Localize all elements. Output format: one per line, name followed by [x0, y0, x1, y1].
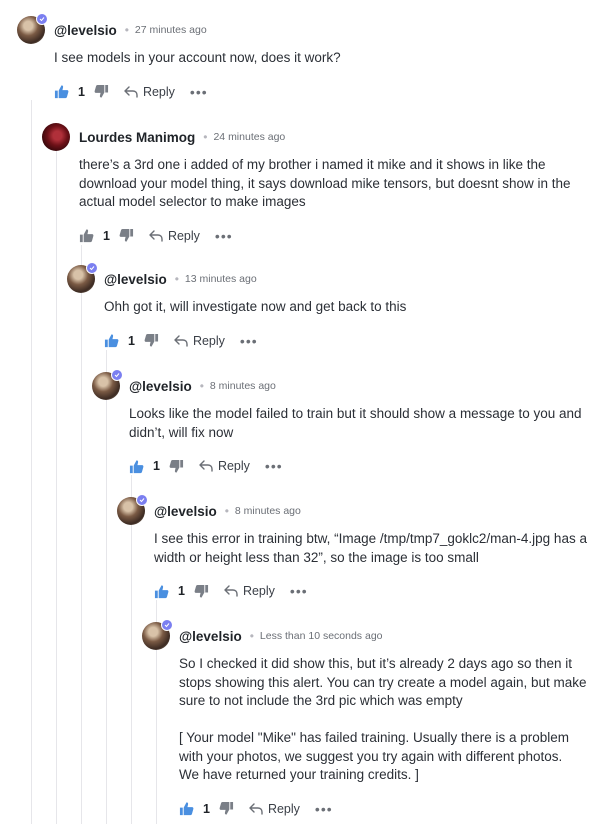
comment-text: Ohh got it, will investigate now and get… [104, 299, 407, 314]
verified-badge-icon [136, 494, 148, 506]
separator-dot: • [174, 272, 179, 286]
reply-arrow-icon [124, 85, 138, 98]
comment-actions: 1 Reply ••• [54, 82, 587, 102]
timestamp: 8 minutes ago [234, 505, 301, 517]
username[interactable]: @levelsio [54, 23, 117, 38]
thumbs-up-icon[interactable] [79, 228, 94, 243]
avatar[interactable] [142, 619, 173, 650]
reply-label: Reply [167, 228, 200, 243]
thread-line [31, 100, 32, 824]
username[interactable]: @levelsio [104, 272, 167, 287]
reply-button[interactable]: Reply [249, 802, 300, 816]
thumbs-up-icon[interactable] [179, 801, 194, 816]
like-count: 1 [203, 801, 210, 816]
thread-line [56, 150, 57, 824]
reply-label: Reply [192, 333, 225, 348]
username[interactable]: @levelsio [154, 504, 217, 519]
comment-header: @levelsio • 8 minutes ago [92, 369, 592, 400]
thumbs-up-icon[interactable] [54, 84, 69, 99]
reply-arrow-icon [249, 802, 263, 815]
avatar[interactable] [42, 123, 70, 151]
more-options-icon[interactable]: ••• [190, 85, 208, 99]
username[interactable]: @levelsio [179, 629, 242, 644]
username[interactable]: Lourdes Manimog [79, 130, 195, 145]
comment-actions: 1 Reply ••• [179, 799, 592, 819]
thumbs-up-icon[interactable] [129, 459, 144, 474]
thumbs-down-icon[interactable] [94, 84, 109, 99]
comment-actions: 1 Reply ••• [79, 226, 592, 246]
comment-header: @levelsio • 27 minutes ago [17, 13, 587, 44]
comment-text: Looks like the model failed to train but… [129, 406, 582, 440]
verified-badge-icon [161, 619, 173, 631]
verified-badge-icon [86, 262, 98, 274]
timestamp: 24 minutes ago [213, 131, 286, 143]
comment-text: So I checked it did show this, but it’s … [179, 656, 587, 782]
reply-button[interactable]: Reply [149, 229, 200, 243]
comment-actions: 1 Reply ••• [154, 581, 592, 601]
reply-label: Reply [142, 84, 175, 99]
more-options-icon[interactable]: ••• [215, 229, 233, 243]
comment-actions: 1 Reply ••• [129, 456, 592, 476]
comment-actions: 1 Reply ••• [104, 331, 592, 351]
thumbs-down-icon[interactable] [219, 801, 234, 816]
comment: Lourdes Manimog • 24 minutes ago there’s… [42, 123, 592, 246]
comment-header: Lourdes Manimog • 24 minutes ago [42, 123, 592, 151]
reply-button[interactable]: Reply [174, 334, 225, 348]
reply-button[interactable]: Reply [124, 85, 175, 99]
reply-arrow-icon [149, 229, 163, 242]
more-options-icon[interactable]: ••• [240, 334, 258, 348]
timestamp: Less than 10 seconds ago [259, 630, 383, 642]
reply-button[interactable]: Reply [224, 584, 275, 598]
reply-button[interactable]: Reply [199, 459, 250, 473]
comment: @levelsio • Less than 10 seconds ago So … [142, 619, 592, 819]
avatar[interactable] [117, 494, 148, 525]
reply-arrow-icon [174, 334, 188, 347]
comment-text: there’s a 3rd one i added of my brother … [79, 157, 571, 209]
separator-dot: • [124, 23, 129, 37]
like-count: 1 [78, 84, 85, 99]
comment: @levelsio • 27 minutes ago I see models … [17, 13, 587, 102]
reply-label: Reply [217, 459, 250, 473]
comment-header: @levelsio • 8 minutes ago [117, 494, 592, 525]
thumbs-down-icon[interactable] [119, 228, 134, 243]
timestamp: 8 minutes ago [209, 380, 276, 392]
username[interactable]: @levelsio [129, 379, 192, 394]
reply-arrow-icon [224, 585, 238, 597]
thumbs-up-icon[interactable] [154, 584, 169, 599]
more-options-icon[interactable]: ••• [315, 802, 333, 816]
timestamp: 13 minutes ago [184, 273, 257, 285]
comment: @levelsio • 13 minutes ago Ohh got it, w… [67, 262, 592, 351]
comment: @levelsio • 8 minutes ago Looks like the… [92, 369, 592, 476]
avatar[interactable] [92, 369, 123, 400]
reply-label: Reply [267, 801, 300, 816]
like-count: 1 [153, 459, 160, 473]
comment-header: @levelsio • 13 minutes ago [67, 262, 592, 293]
comment-text: I see this error in training btw, “Image… [154, 531, 587, 565]
separator-dot: • [199, 379, 204, 393]
verified-badge-icon [111, 369, 123, 381]
comment-text: I see models in your account now, does i… [54, 50, 341, 65]
reply-label: Reply [242, 584, 275, 598]
reply-arrow-icon [199, 460, 213, 472]
comment: @levelsio • 8 minutes ago I see this err… [117, 494, 592, 601]
timestamp: 27 minutes ago [134, 24, 207, 36]
thumbs-down-icon[interactable] [144, 333, 159, 348]
separator-dot: • [203, 130, 208, 144]
more-options-icon[interactable]: ••• [265, 459, 283, 473]
like-count: 1 [103, 228, 110, 243]
avatar[interactable] [17, 13, 48, 44]
separator-dot: • [249, 629, 254, 643]
verified-badge-icon [36, 13, 48, 25]
comment-header: @levelsio • Less than 10 seconds ago [142, 619, 592, 650]
thumbs-down-icon[interactable] [169, 459, 184, 474]
separator-dot: • [224, 504, 229, 518]
avatar[interactable] [67, 262, 98, 293]
like-count: 1 [128, 333, 135, 348]
more-options-icon[interactable]: ••• [290, 584, 308, 598]
thumbs-up-icon[interactable] [104, 333, 119, 348]
like-count: 1 [178, 584, 185, 598]
thumbs-down-icon[interactable] [194, 584, 209, 599]
